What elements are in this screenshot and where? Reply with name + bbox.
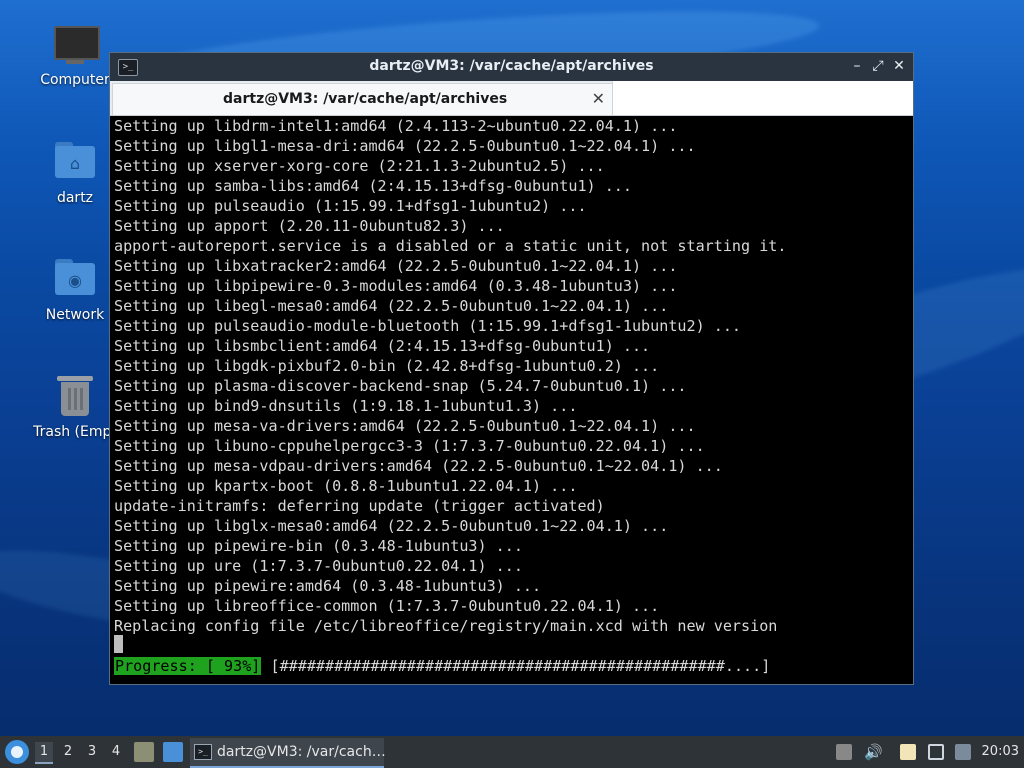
terminal-window[interactable]: >_ dartz@VM3: /var/cache/apt/archives – … (110, 53, 913, 684)
terminal-line: Setting up libsmbclient:amd64 (2:4.15.13… (114, 337, 651, 355)
taskbar: 1 2 3 4 >_ dartz@VM3: /var/cach… 🔊 20:03 (0, 736, 1024, 768)
terminal-line: Setting up mesa-vdpau-drivers:amd64 (22.… (114, 457, 723, 475)
file-manager-icon[interactable] (134, 742, 154, 762)
show-desktop-icon[interactable] (163, 742, 183, 762)
workspace-3[interactable]: 3 (83, 742, 101, 762)
app-menu-button[interactable] (5, 740, 29, 764)
task-label: dartz@VM3: /var/cach… (217, 744, 386, 760)
terminal-line: Setting up libuno-cppuhelpergcc3-3 (1:7.… (114, 437, 705, 455)
progress-label: Progress: [ 93%] (114, 657, 262, 675)
window-titlebar[interactable]: >_ dartz@VM3: /var/cache/apt/archives – … (110, 53, 913, 81)
terminal-line: Setting up mesa-va-drivers:amd64 (22.2.5… (114, 417, 696, 435)
volume-icon[interactable]: 🔊 (864, 744, 883, 760)
maximize-button[interactable]: ⤢ (869, 57, 887, 75)
terminal-line: Setting up libegl-mesa0:amd64 (22.2.5-0u… (114, 297, 669, 315)
terminal-line: Setting up pipewire-bin (0.3.48-1ubuntu3… (114, 537, 523, 555)
home-folder-icon: ⌂ (51, 138, 99, 186)
terminal-line: Setting up kpartx-boot (0.8.8-1ubuntu1.2… (114, 477, 578, 495)
window-title: dartz@VM3: /var/cache/apt/archives (369, 58, 654, 74)
clock[interactable]: 20:03 (982, 744, 1019, 759)
terminal-line: Setting up pulseaudio (1:15.99.1+dfsg1-1… (114, 197, 587, 215)
terminal-line: Setting up plasma-discover-backend-snap … (114, 377, 687, 395)
terminal-line: Setting up libgdk-pixbuf2.0-bin (2.42.8+… (114, 357, 660, 375)
terminal-output[interactable]: Setting up libdrm-intel1:amd64 (2.4.113-… (112, 116, 911, 682)
progress-bar: [#######################################… (270, 657, 771, 675)
minimize-button[interactable]: – (848, 57, 866, 75)
eject-icon[interactable] (836, 744, 852, 760)
tab-label: dartz@VM3: /var/cache/apt/archives (223, 91, 508, 107)
computer-icon (51, 20, 100, 68)
tab-terminal[interactable]: dartz@VM3: /var/cache/apt/archives ✕ (112, 83, 614, 115)
terminal-icon: >_ (194, 744, 212, 760)
terminal-line: update-initramfs: deferring update (trig… (114, 497, 605, 515)
terminal-line: Setting up libpipewire-0.3-modules:amd64… (114, 277, 678, 295)
terminal-line: Setting up libxatracker2:amd64 (22.2.5-0… (114, 257, 678, 275)
tab-bar: dartz@VM3: /var/cache/apt/archives ✕ (110, 81, 913, 116)
close-button[interactable]: ✕ (890, 57, 908, 75)
terminal-line: Setting up samba-libs:amd64 (2:4.15.13+d… (114, 177, 632, 195)
terminal-line: Setting up apport (2.20.11-0ubuntu82.3) … (114, 217, 505, 235)
terminal-line: Setting up bind9-dnsutils (1:9.18.1-1ubu… (114, 397, 578, 415)
network-folder-icon: ◉ (51, 255, 99, 303)
network-icon[interactable] (928, 744, 944, 760)
progress-line: Progress: [ 93%] [######################… (114, 656, 770, 676)
terminal-line: Replacing config file /etc/libreoffice/r… (114, 617, 778, 635)
taskbar-task-terminal[interactable]: >_ dartz@VM3: /var/cach… (190, 738, 386, 768)
update-notifier-icon[interactable] (955, 744, 971, 760)
tab-bar-empty (612, 81, 913, 115)
trash-icon (51, 372, 99, 420)
clipboard-icon[interactable] (900, 744, 916, 760)
terminal-line: Setting up ure (1:7.3.7-0ubuntu0.22.04.1… (114, 557, 523, 575)
terminal-line: apport-autoreport.service is a disabled … (114, 237, 787, 255)
workspace-1[interactable]: 1 (35, 742, 53, 764)
terminal-line: Setting up libdrm-intel1:amd64 (2.4.113-… (114, 117, 678, 135)
workspace-4[interactable]: 4 (107, 742, 125, 762)
terminal-cursor (114, 635, 123, 653)
terminal-line: Setting up pulseaudio-module-bluetooth (… (114, 317, 742, 335)
tab-close-icon[interactable]: ✕ (592, 89, 605, 108)
terminal-line: Setting up pipewire:amd64 (0.3.48-1ubunt… (114, 577, 542, 595)
workspace-2[interactable]: 2 (59, 742, 77, 762)
terminal-line: Setting up libglx-mesa0:amd64 (22.2.5-0u… (114, 517, 669, 535)
terminal-line: Setting up libgl1-mesa-dri:amd64 (22.2.5… (114, 137, 696, 155)
terminal-line: Setting up xserver-xorg-core (2:21.1.3-2… (114, 157, 605, 175)
terminal-line: Setting up libreoffice-common (1:7.3.7-0… (114, 597, 660, 615)
